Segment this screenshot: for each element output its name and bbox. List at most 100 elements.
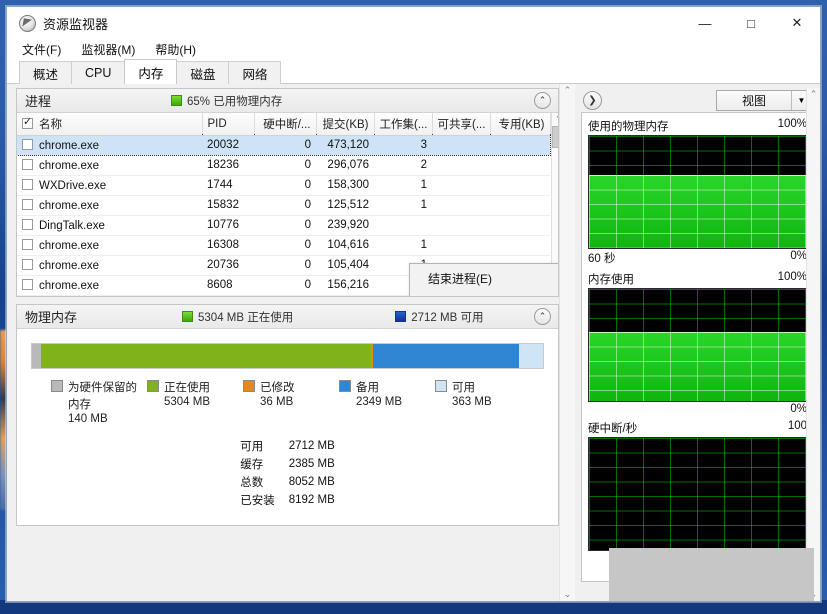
row-checkbox[interactable] [22, 178, 33, 190]
memory-total-value: 8192 MB [288, 494, 335, 506]
select-all-checkbox[interactable] [22, 115, 33, 129]
scroll-up-arrow-icon[interactable]: ⌃ [810, 90, 818, 99]
legend-label: 备用 [356, 382, 379, 394]
scrollbar-thumb[interactable] [552, 126, 558, 148]
cell-private [490, 235, 550, 256]
row-checkbox[interactable] [22, 258, 33, 270]
memory-in-use-stat: 5304 MB 正在使用 [182, 309, 293, 325]
graph-column-scrollbar[interactable]: ⌃ ⌄ [806, 88, 820, 601]
close-button[interactable]: ✕ [774, 7, 820, 39]
cell-hard-faults: 0 [254, 195, 316, 216]
memory-legend-item: 已修改 36 MB [243, 379, 339, 425]
minimize-button[interactable]: — [682, 7, 728, 39]
legend-label-2: 内存 [68, 399, 91, 411]
graph-max-label: 100% [777, 118, 807, 130]
process-table-header-row: 名称 PID 硬中断/... 提交(KB) 工作集(... 可共享(... ⌄专… [17, 113, 551, 136]
cell-shareable [432, 155, 490, 176]
cell-private [490, 215, 550, 236]
memory-panel-header: 物理内存 5304 MB 正在使用 2712 MB 可用 ⌃ [17, 305, 558, 329]
window-title: 资源监视器 [43, 16, 109, 32]
row-checkbox[interactable] [22, 158, 33, 170]
tab-overview[interactable]: 概述 [19, 61, 73, 84]
scroll-up-arrow-icon[interactable]: ⌃ [564, 86, 572, 95]
table-row[interactable]: DingTalk.exe 10776 0 239,920 [17, 215, 550, 236]
column-header-working-set[interactable]: 工作集(... [374, 113, 433, 136]
memory-total-value: 2712 MB [288, 440, 335, 452]
table-row[interactable]: chrome.exe 18236 0 296,076 2 [17, 155, 550, 176]
main-vertical-scrollbar[interactable]: ⌃ ⌄ [559, 84, 575, 601]
cell-pid: 18236 [202, 155, 254, 176]
graph-fill-grid [589, 331, 806, 401]
cell-pid: 20736 [202, 255, 254, 276]
maximize-button[interactable]: □ [728, 7, 774, 39]
memory-total-row: 已安装 8192 MB [240, 491, 335, 509]
tab-memory[interactable]: 内存 [124, 59, 178, 84]
view-selector-label: 视图 [741, 93, 766, 108]
table-row[interactable]: chrome.exe 16308 0 104,616 1 [17, 235, 550, 256]
row-checkbox[interactable] [22, 198, 33, 210]
row-checkbox[interactable] [22, 218, 33, 230]
process-name-label: chrome.exe [39, 139, 100, 152]
menu-item-help[interactable]: 帮助(H) [152, 40, 199, 59]
legend-value: 140 MB [68, 413, 108, 425]
tab-cpu[interactable]: CPU [71, 61, 126, 84]
graph-time-label: 60 秒 [588, 253, 616, 265]
table-row[interactable]: chrome.exe 20032 0 473,120 3 [17, 133, 551, 157]
memory-panel-title: 物理内存 [25, 310, 78, 325]
process-memory-usage: 65% 已用物理内存 [171, 93, 282, 109]
resource-monitor-window: 资源监视器 — □ ✕ 文件(F) 监视器(M) 帮助(H) 概述 CPU 内存… [6, 6, 821, 602]
column-header-shareable[interactable]: 可共享(... [432, 113, 491, 136]
cell-process-name: WXDrive.exe [17, 175, 202, 196]
taskbar [0, 600, 827, 614]
column-label-name: 名称 [39, 118, 62, 131]
scroll-up-arrow-icon[interactable]: ⌃ [555, 115, 558, 124]
tab-network[interactable]: 网络 [228, 61, 282, 84]
cell-working-set: 1 [374, 175, 432, 196]
memory-panel-body: 为硬件保留的 内存 140 MB 正在使用 5304 MB 已修改 36 MB 备用 2349 … [17, 329, 558, 525]
process-panel-header: 进程 65% 已用物理内存 ⌃ [17, 89, 558, 113]
menu-item-monitor[interactable]: 监视器(M) [78, 40, 138, 59]
column-header-pid[interactable]: PID [202, 113, 255, 136]
chevron-right-icon[interactable]: ❯ [583, 90, 602, 110]
scroll-down-arrow-icon[interactable]: ⌄ [564, 590, 572, 599]
memory-usage-bar [31, 343, 544, 369]
chevron-up-icon[interactable]: ⌃ [534, 308, 551, 325]
cell-commit: 296,076 [316, 155, 374, 176]
cell-hard-faults: 0 [254, 275, 316, 296]
cell-pid: 8608 [202, 275, 254, 296]
chevron-up-icon[interactable]: ⌃ [534, 92, 551, 109]
graph-min-label: 0% [790, 403, 807, 415]
memory-bar-segment [32, 344, 41, 368]
memory-legend-item: 可用 363 MB [435, 379, 531, 425]
memory-total-value: 2385 MB [288, 458, 335, 470]
menu-item-file[interactable]: 文件(F) [19, 40, 64, 59]
cell-hard-faults: 0 [254, 175, 316, 196]
row-checkbox[interactable] [22, 138, 33, 150]
table-row[interactable]: chrome.exe 15832 0 125,512 1 [17, 195, 550, 216]
column-header-hard-faults[interactable]: 硬中断/... [254, 113, 317, 136]
memory-legend-item: 为硬件保留的 内存 140 MB [51, 379, 147, 425]
column-header-name[interactable]: 名称 [17, 113, 203, 136]
cell-process-name: chrome.exe [17, 135, 202, 156]
process-context-menu[interactable]: 结束进程(E)结束进程树(T)分析等待链(A)...暂停进程(S)恢复进程(R)… [409, 263, 558, 296]
context-menu-item[interactable]: 结束进程(E) [410, 266, 558, 291]
row-checkbox[interactable] [22, 238, 33, 250]
cell-commit: 105,404 [316, 255, 374, 276]
graph-plot-area [588, 437, 807, 551]
legend-swatch-icon [339, 380, 351, 392]
memory-legend-item: 备用 2349 MB [339, 379, 435, 425]
graph-grid [589, 438, 806, 550]
view-selector[interactable]: 视图 ▼ [716, 89, 812, 111]
green-swatch-icon [171, 95, 183, 106]
column-header-private[interactable]: ⌄ 专用(KB) [490, 113, 551, 136]
tab-disk[interactable]: 磁盘 [176, 61, 230, 84]
process-panel-title: 进程 [25, 94, 52, 109]
table-row[interactable]: WXDrive.exe 1744 0 158,300 1 [17, 175, 550, 196]
cell-pid: 15832 [202, 195, 254, 216]
graph-title: 硬中断/秒 [588, 423, 638, 435]
scrollbar-track[interactable] [560, 95, 575, 590]
column-header-commit[interactable]: 提交(KB) [316, 113, 375, 136]
context-menu-item[interactable]: 结束进程树(T) [410, 291, 558, 296]
row-checkbox[interactable] [22, 278, 33, 290]
memory-total-key: 已安装 [240, 495, 275, 507]
